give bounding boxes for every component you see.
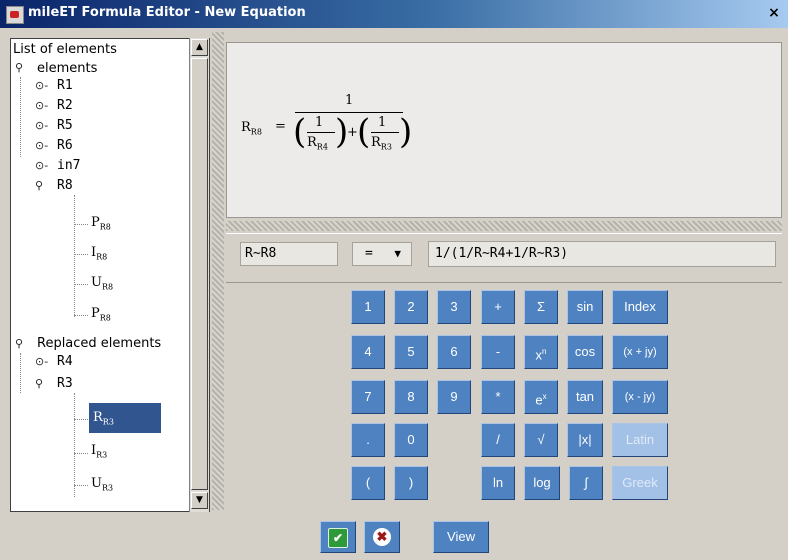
key-sin[interactable]: sin — [567, 290, 603, 324]
greek-button[interactable]: Greek — [612, 466, 668, 500]
node-collapsed-icon[interactable]: ⊙- — [35, 79, 48, 92]
dropdown-arrow-icon[interactable]: ▼ — [394, 243, 401, 265]
key-complex-plus[interactable]: (x + jy) — [612, 335, 668, 369]
tree-scrollbar[interactable]: ▲ ▼ — [189, 38, 209, 512]
node-expanded-icon[interactable]: ⚲ — [35, 179, 43, 192]
eq-numerator: 1 — [345, 93, 354, 108]
node-expanded-icon[interactable]: ⚲ — [15, 61, 23, 74]
tree-node-r5[interactable]: R5 — [57, 118, 73, 133]
tree-leaf-r-r3-selected[interactable]: RR3 — [89, 403, 161, 433]
title-bar: mileET Formula Editor - New Equation × — [0, 0, 788, 28]
node-collapsed-icon[interactable]: ⊙- — [35, 139, 48, 152]
key-1[interactable]: 1 — [351, 290, 385, 324]
key-minus[interactable]: - — [481, 335, 515, 369]
tree-node-in7[interactable]: in7 — [57, 158, 80, 173]
key-0[interactable]: 0 — [394, 423, 428, 457]
tree-leaf-p-r8-2[interactable]: PR8 — [91, 306, 111, 323]
key-abs[interactable]: |x| — [567, 423, 603, 457]
eq-term2-num: 1 — [378, 115, 387, 130]
app-icon — [6, 6, 24, 24]
eq-lhs: RR8 — [241, 120, 262, 137]
key-6[interactable]: 6 — [437, 335, 471, 369]
node-expanded-icon[interactable]: ⚲ — [15, 337, 23, 350]
key-9[interactable]: 9 — [437, 380, 471, 414]
key-sqrt[interactable]: √ — [524, 423, 558, 457]
key-open-paren[interactable]: ( — [351, 466, 385, 500]
key-7[interactable]: 7 — [351, 380, 385, 414]
key-5[interactable]: 5 — [394, 335, 428, 369]
node-collapsed-icon[interactable]: ⊙- — [35, 99, 48, 112]
tree-node-r3[interactable]: R3 — [57, 376, 73, 391]
eq-paren-left-1: ( — [293, 112, 307, 152]
key-complex-minus[interactable]: (x - jy) — [612, 380, 668, 414]
eq-term1-num: 1 — [315, 115, 324, 130]
latin-button[interactable]: Latin — [612, 423, 668, 457]
key-power[interactable]: xn — [524, 335, 558, 369]
cancel-x-icon: ✖ — [373, 528, 391, 546]
horizontal-splitter[interactable] — [226, 221, 782, 231]
formula-input[interactable]: 1/(1/R~R4+1/R~R3) — [428, 241, 776, 267]
key-tan[interactable]: tan — [567, 380, 603, 414]
window-title: mileET Formula Editor - New Equation — [28, 5, 306, 20]
tree-leaf-p-r8[interactable]: PR8 — [91, 215, 111, 232]
scroll-down-arrow-icon[interactable]: ▼ — [191, 492, 208, 509]
key-plus[interactable]: + — [481, 290, 515, 324]
tree-node-r1[interactable]: R1 — [57, 78, 73, 93]
scroll-thumb[interactable] — [191, 58, 208, 490]
tree-node-r8[interactable]: R8 — [57, 178, 73, 193]
view-button[interactable]: View — [433, 521, 489, 553]
key-sigma[interactable]: Σ — [524, 290, 558, 324]
eq-equals: = — [275, 119, 286, 134]
tree-leaf-u-r8[interactable]: UR8 — [91, 275, 113, 292]
key-index[interactable]: Index — [612, 290, 668, 324]
key-divide[interactable]: / — [481, 423, 515, 457]
scroll-up-arrow-icon[interactable]: ▲ — [191, 39, 208, 56]
eq-paren-right-2: ) — [399, 112, 413, 152]
tree-node-elements[interactable]: elements — [37, 61, 97, 76]
ok-button[interactable]: ✔ — [320, 521, 356, 553]
eq-paren-left-2: ( — [357, 112, 371, 152]
key-4[interactable]: 4 — [351, 335, 385, 369]
tree-node-replaced[interactable]: Replaced elements — [37, 336, 161, 351]
cancel-button[interactable]: ✖ — [364, 521, 400, 553]
tree-node-r4[interactable]: R4 — [57, 354, 73, 369]
tree-heading: List of elements — [13, 42, 117, 57]
key-exp[interactable]: ex — [524, 380, 558, 414]
equation-display: RR8 = 1 ( 1 RR4 ) + ( 1 RR3 ) — [226, 42, 782, 218]
node-collapsed-icon[interactable]: ⊙- — [35, 119, 48, 132]
node-collapsed-icon[interactable]: ⊙- — [35, 159, 48, 172]
operator-dropdown[interactable]: = ▼ — [352, 242, 412, 266]
tree-node-r6[interactable]: R6 — [57, 138, 73, 153]
vertical-splitter[interactable] — [212, 32, 224, 510]
tree-node-r2[interactable]: R2 — [57, 98, 73, 113]
close-icon[interactable]: × — [766, 5, 782, 21]
key-integral[interactable]: ∫ — [569, 466, 603, 500]
eq-main-fraction-bar — [295, 112, 403, 113]
key-multiply[interactable]: * — [481, 380, 515, 414]
lhs-field[interactable]: R~R8 — [240, 242, 338, 266]
key-8[interactable]: 8 — [394, 380, 428, 414]
element-tree[interactable]: List of elements ⚲ elements ⊙- R1 ⊙- R2 … — [10, 38, 210, 512]
eq-term1-den: RR4 — [307, 135, 328, 152]
node-expanded-icon[interactable]: ⚲ — [35, 377, 43, 390]
key-cos[interactable]: cos — [567, 335, 603, 369]
eq-term2-den: RR3 — [371, 135, 392, 152]
node-collapsed-icon[interactable]: ⊙- — [35, 355, 48, 368]
tree-leaf-i-r3[interactable]: IR3 — [91, 443, 107, 460]
key-2[interactable]: 2 — [394, 290, 428, 324]
tree-leaf-u-r3[interactable]: UR3 — [91, 476, 113, 493]
key-log[interactable]: log — [524, 466, 560, 500]
key-decimal[interactable]: . — [351, 423, 385, 457]
key-3[interactable]: 3 — [437, 290, 471, 324]
key-close-paren[interactable]: ) — [394, 466, 428, 500]
tree-leaf-i-r8[interactable]: IR8 — [91, 245, 107, 262]
key-ln[interactable]: ln — [481, 466, 515, 500]
checkmark-icon: ✔ — [328, 528, 348, 548]
